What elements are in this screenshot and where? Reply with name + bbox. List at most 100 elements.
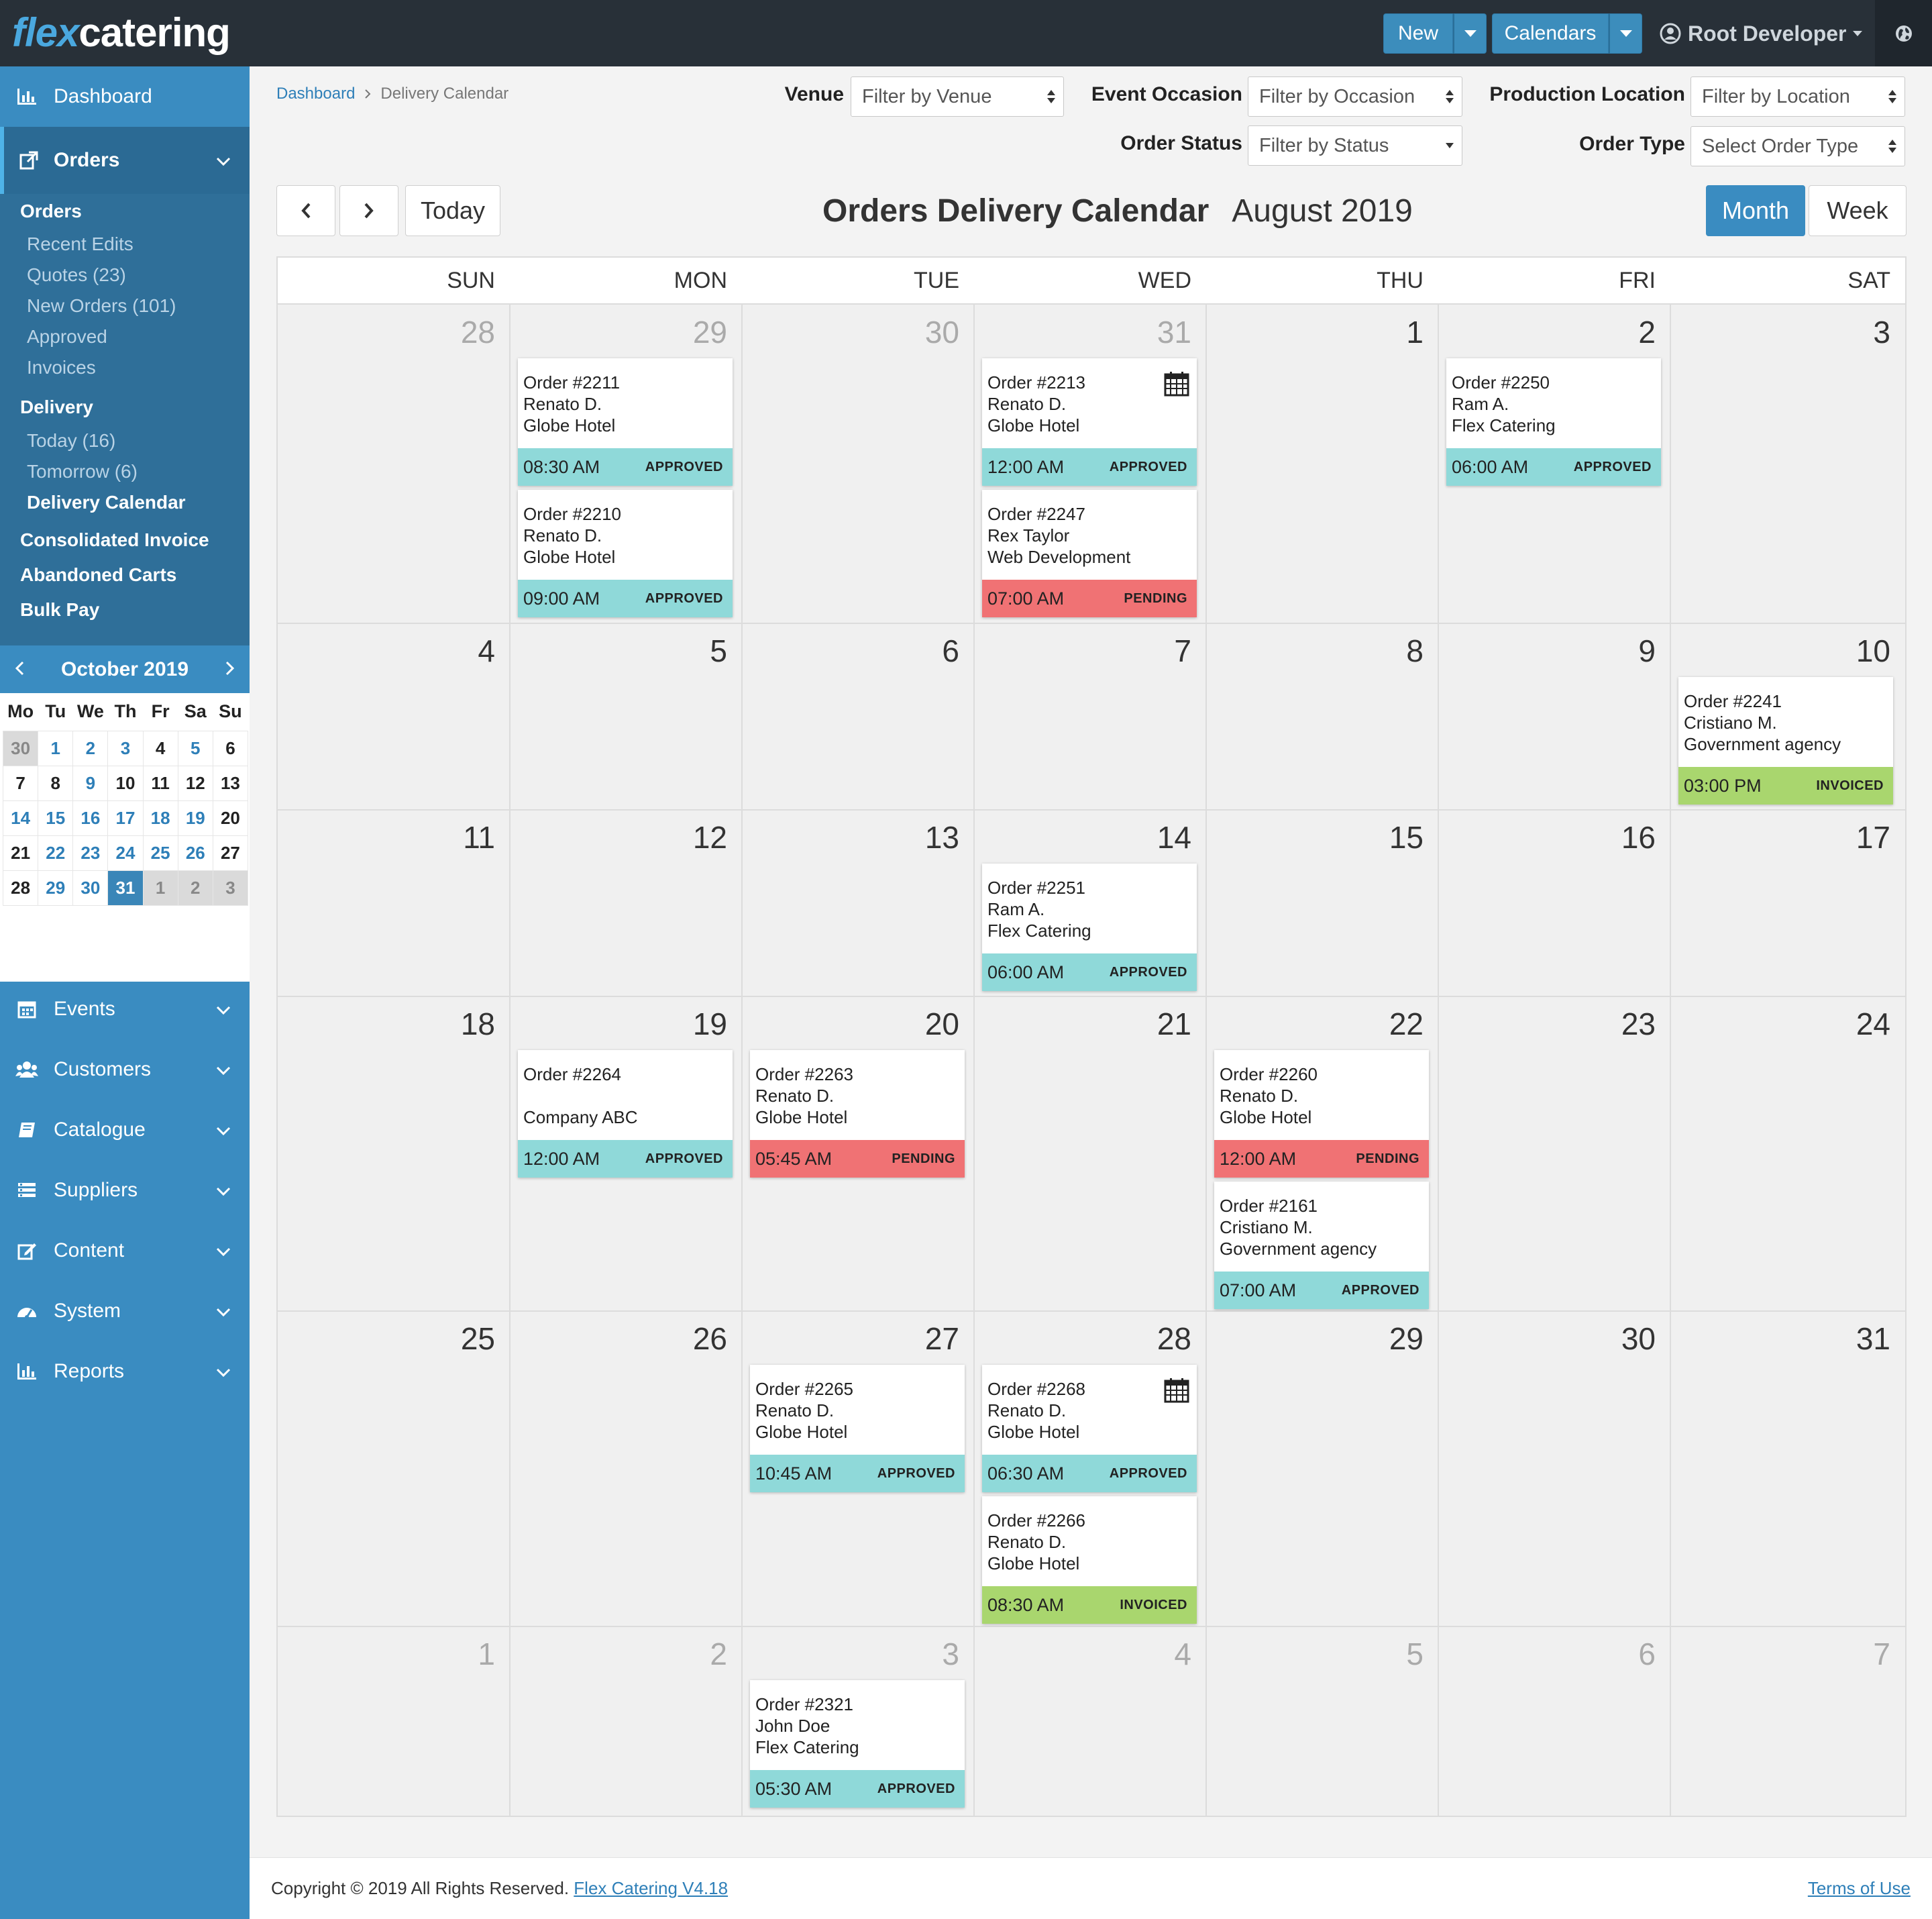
day-number[interactable]: 4 xyxy=(1124,1636,1191,1672)
order-event-card[interactable]: Order #2241 Cristiano M. Government agency… xyxy=(1678,677,1893,805)
day-number[interactable]: 17 xyxy=(1823,819,1890,855)
submenu-approved[interactable]: Approved xyxy=(27,326,107,348)
day-number[interactable]: 9 xyxy=(1589,633,1656,669)
mini-calendar-day[interactable]: 12 xyxy=(177,765,213,801)
day-number[interactable]: 12 xyxy=(660,819,727,855)
day-number[interactable]: 30 xyxy=(892,314,959,350)
day-number[interactable]: 7 xyxy=(1823,1636,1890,1672)
day-number[interactable]: 3 xyxy=(1823,314,1890,350)
day-number[interactable]: 1 xyxy=(1356,314,1424,350)
sidebar-item-events[interactable]: Events xyxy=(0,979,250,1039)
day-number[interactable]: 22 xyxy=(1356,1006,1424,1042)
order-event-card[interactable]: Order #2210 Renato D. Globe Hotel 09:00 AM A… xyxy=(518,490,733,617)
day-number[interactable]: 29 xyxy=(660,314,727,350)
sidebar-item-content[interactable]: Content xyxy=(0,1221,250,1281)
mini-calendar-day[interactable]: 16 xyxy=(72,800,109,836)
new-dropdown-toggle[interactable] xyxy=(1453,13,1487,54)
order-type-select[interactable]: Select Order Type xyxy=(1690,126,1905,166)
order-event-card[interactable]: Order #2211 Renato D. Globe Hotel 08:30 AM A… xyxy=(518,358,733,486)
submenu-quotes[interactable]: Quotes (23) xyxy=(27,264,126,286)
sidebar-item-suppliers[interactable]: Suppliers xyxy=(0,1160,250,1221)
day-number[interactable]: 20 xyxy=(892,1006,959,1042)
day-number[interactable]: 18 xyxy=(428,1006,495,1042)
mini-calendar-day[interactable]: 17 xyxy=(107,800,144,836)
submenu-invoices[interactable]: Invoices xyxy=(27,357,96,378)
sidebar-item-reports[interactable]: Reports xyxy=(0,1341,250,1402)
prev-month-button[interactable] xyxy=(276,185,335,236)
day-number[interactable]: 27 xyxy=(892,1320,959,1357)
mini-calendar-day[interactable]: 14 xyxy=(2,800,39,836)
submenu-today[interactable]: Today (16) xyxy=(27,430,115,452)
submenu-tomorrow[interactable]: Tomorrow (6) xyxy=(27,461,138,482)
today-button[interactable]: Today xyxy=(405,185,500,236)
mini-calendar-day[interactable]: 18 xyxy=(142,800,178,836)
mini-calendar-day[interactable]: 13 xyxy=(212,765,249,801)
mini-calendar-day[interactable]: 30 xyxy=(2,730,39,766)
day-number[interactable]: 2 xyxy=(660,1636,727,1672)
day-number[interactable]: 19 xyxy=(660,1006,727,1042)
venue-filter-select[interactable]: Filter by Venue xyxy=(851,76,1064,117)
mini-calendar-day[interactable]: 9 xyxy=(72,765,109,801)
submenu-heading-delivery[interactable]: Delivery xyxy=(20,397,93,418)
order-event-card[interactable]: Order #2251 Ram A. Flex Catering 06:00 AM AP… xyxy=(982,864,1197,991)
day-number[interactable]: 26 xyxy=(660,1320,727,1357)
submenu-heading-orders[interactable]: Orders xyxy=(20,201,82,222)
day-number[interactable]: 5 xyxy=(1356,1636,1424,1672)
day-number[interactable]: 16 xyxy=(1589,819,1656,855)
occasion-filter-select[interactable]: Filter by Occasion xyxy=(1248,76,1462,117)
calendars-dropdown-toggle[interactable] xyxy=(1609,13,1642,54)
mini-calendar-day[interactable]: 20 xyxy=(212,800,249,836)
order-event-card[interactable]: Order #2263 Renato D. Globe Hotel 05:45 AM P… xyxy=(750,1050,965,1178)
sidebar-item-dashboard[interactable]: Dashboard xyxy=(0,66,250,127)
sidebar-item-customers[interactable]: Customers xyxy=(0,1039,250,1100)
sidebar-item-system[interactable]: System xyxy=(0,1281,250,1341)
mini-calendar-day[interactable]: 11 xyxy=(142,765,178,801)
order-event-card[interactable]: Order #2264 Company ABC 12:00 AM APPROVED xyxy=(518,1050,733,1178)
day-number[interactable]: 31 xyxy=(1823,1320,1890,1357)
mini-calendar-day[interactable]: 28 xyxy=(2,870,39,906)
location-filter-select[interactable]: Filter by Location xyxy=(1690,76,1905,117)
order-event-card[interactable]: Order #2213 Renato D. Globe Hotel 12:00 AM A… xyxy=(982,358,1197,486)
day-number[interactable]: 3 xyxy=(892,1636,959,1672)
day-number[interactable]: 29 xyxy=(1356,1320,1424,1357)
day-number[interactable]: 31 xyxy=(1124,314,1191,350)
day-number[interactable]: 10 xyxy=(1823,633,1890,669)
chevron-right-icon[interactable] xyxy=(225,658,235,681)
submenu-abandoned-carts[interactable]: Abandoned Carts xyxy=(20,564,176,586)
mini-calendar-day[interactable]: 5 xyxy=(177,730,213,766)
mini-calendar-day[interactable]: 3 xyxy=(212,870,249,906)
mini-calendar-day[interactable]: 15 xyxy=(38,800,74,836)
sidebar-item-catalogue[interactable]: Catalogue xyxy=(0,1100,250,1160)
mini-calendar-day[interactable]: 1 xyxy=(142,870,178,906)
day-number[interactable]: 7 xyxy=(1124,633,1191,669)
order-event-card[interactable]: Order #2247 Rex Taylor Web Development 07:0… xyxy=(982,490,1197,617)
day-number[interactable]: 5 xyxy=(660,633,727,669)
mini-calendar-day[interactable]: 10 xyxy=(107,765,144,801)
mini-calendar-day[interactable]: 7 xyxy=(2,765,39,801)
mini-calendar-day[interactable]: 8 xyxy=(38,765,74,801)
day-number[interactable]: 11 xyxy=(428,819,495,855)
order-event-card[interactable]: Order #2266 Renato D. Globe Hotel 08:30 AM I… xyxy=(982,1496,1197,1624)
mini-calendar-day[interactable]: 2 xyxy=(72,730,109,766)
day-number[interactable]: 4 xyxy=(428,633,495,669)
week-view-button[interactable]: Week xyxy=(1809,185,1907,236)
day-number[interactable]: 15 xyxy=(1356,819,1424,855)
sidebar-item-orders[interactable]: Orders xyxy=(0,127,250,194)
day-number[interactable]: 14 xyxy=(1124,819,1191,855)
new-button[interactable]: New xyxy=(1383,13,1453,54)
order-event-card[interactable]: Order #2250 Ram A. Flex Catering 06:00 AM AP… xyxy=(1446,358,1661,486)
submenu-bulk-pay[interactable]: Bulk Pay xyxy=(20,599,99,621)
version-link[interactable]: Flex Catering V4.18 xyxy=(574,1878,728,1898)
day-number[interactable]: 28 xyxy=(428,314,495,350)
day-number[interactable]: 28 xyxy=(1124,1320,1191,1357)
mini-calendar-day[interactable]: 24 xyxy=(107,835,144,871)
status-filter-select[interactable]: Filter by Status xyxy=(1248,125,1462,166)
next-month-button[interactable] xyxy=(339,185,398,236)
mini-calendar-day[interactable]: 22 xyxy=(38,835,74,871)
mini-calendar-day[interactable]: 25 xyxy=(142,835,178,871)
mini-calendar-day[interactable]: 3 xyxy=(107,730,144,766)
mini-calendar-day[interactable]: 23 xyxy=(72,835,109,871)
mini-calendar-day[interactable]: 27 xyxy=(212,835,249,871)
submenu-new-orders[interactable]: New Orders (101) xyxy=(27,295,176,317)
mini-calendar-day[interactable]: 31 xyxy=(107,870,144,906)
